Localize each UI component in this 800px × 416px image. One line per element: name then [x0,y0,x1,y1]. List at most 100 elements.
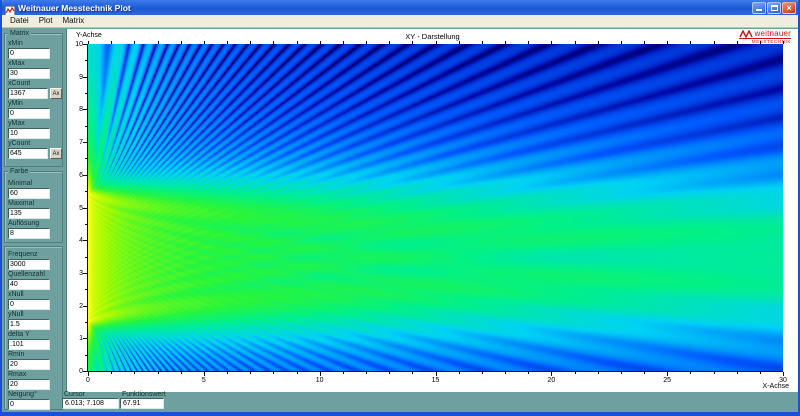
auflsung-field[interactable] [8,228,50,239]
x-tick [227,372,228,374]
menu-item-plot[interactable]: Plot [34,15,58,27]
x-tick [435,372,437,376]
ymax-field[interactable] [8,128,50,139]
neigung-label: Neigung° [8,391,37,398]
x-tick [366,372,367,374]
y-tick [85,289,87,291]
y-tick [85,321,87,323]
ymin-label: yMin [8,100,23,107]
y-tick [83,338,87,340]
x-tick [597,372,599,374]
x-tick-top [157,41,159,44]
y-tick-label: 0 [79,368,83,375]
xcount-label: xCount [8,80,31,87]
y-tick [85,158,87,160]
heatmap-canvas[interactable] [87,44,783,372]
ycount-field[interactable] [8,148,48,159]
x-tick-top [597,41,599,44]
x-tick [458,372,460,374]
ynull-field[interactable] [8,319,50,330]
xcount-button[interactable]: Ax [50,88,62,99]
app-window: Weitnauer Messtechnik Plot × Datei Plot Ma… [0,0,800,416]
quellenzahl-label: Quellenzahl [8,271,45,278]
y-tick-label: 10 [75,41,83,48]
rmin-field[interactable] [8,359,50,370]
x-tick [134,372,136,374]
x-tick-label: 10 [315,377,324,384]
maximal-field[interactable] [8,208,50,219]
minimal-label: Minimal [8,180,33,187]
ymax-label: yMax [8,120,25,127]
xnull-field[interactable] [8,299,50,310]
rmax-field[interactable] [8,379,50,390]
x-tick [736,372,738,374]
minimize-button[interactable] [752,1,766,14]
x-tick [667,372,669,376]
y-tick [83,207,87,209]
app-icon [4,3,16,16]
x-tick [296,372,298,374]
y-tick-label: 6 [79,171,83,179]
x-tick [273,372,275,374]
x-tick-top [644,41,645,44]
y-tick [85,256,87,258]
y-tick-label: 9 [79,73,83,81]
ycount-button[interactable]: Ax [50,148,62,159]
xmin-field[interactable] [8,48,50,59]
close-button[interactable]: × [782,1,796,14]
x-tick-top [528,41,530,44]
y-tick-label: 1 [79,335,83,343]
y-tick-label: 2 [79,302,83,310]
x-tick-top [389,41,391,44]
frequenz-field[interactable] [8,259,50,270]
title-bar[interactable]: Weitnauer Messtechnik Plot × [2,0,798,16]
xmax-field[interactable] [8,68,50,79]
x-tick-label: 20 [547,377,556,384]
y-tick [83,109,87,111]
x-tick [203,372,205,376]
y-tick [83,76,87,78]
plot-title: XY - Darstellung [405,32,460,41]
logo-name: weitnauer [754,29,791,38]
deltay-field[interactable] [8,339,50,350]
group-parameters: Frequenz Quellenzahl xNull yNull delta Y Rmin… [4,246,63,410]
menu-item-datei[interactable]: Datei [5,15,34,27]
rmin-label: Rmin [8,351,25,358]
plot-panel: Y-Achse XY - Darstellung weitnauer MESST… [66,29,798,392]
cursor-label: Cursor [64,391,86,398]
y-tick [83,371,87,372]
x-tick-top [713,41,715,44]
y-tick [85,191,87,193]
x-tick-label: 25 [663,377,672,384]
x-tick [111,372,113,374]
quellenzahl-field[interactable] [8,279,50,290]
x-tick-top [736,41,738,44]
neigung-field[interactable] [8,399,50,410]
x-tick [759,372,761,374]
x-tick-top [574,41,576,44]
x-tick-top [296,41,298,44]
y-tick-label: 8 [79,106,83,114]
x-tick-top [88,41,89,44]
minimize-icon [756,8,762,11]
y-tick-label: 3 [79,269,83,277]
xcount-field[interactable] [8,88,48,99]
x-tick [783,372,784,376]
y-tick [85,354,87,356]
x-tick-top [458,41,460,44]
y-tick [85,125,87,127]
logo-zigzag-icon [738,30,753,38]
x-tick [412,372,414,374]
y-tick [83,305,87,307]
x-tick-top [435,41,437,44]
x-tick-top [412,41,414,44]
funktionswert-value: 67.91 [120,398,164,409]
menu-bar: Datei Plot Matrix [2,15,798,28]
menu-item-matrix[interactable]: Matrix [57,15,89,27]
maximize-button[interactable] [767,1,781,14]
minimal-field[interactable] [8,188,50,199]
group-caption: Farbe [8,168,31,176]
group-farbe: Farbe Minimal Maximal Auflösung [4,168,63,243]
y-tick-label: 5 [79,204,83,212]
ymin-field[interactable] [8,108,50,119]
